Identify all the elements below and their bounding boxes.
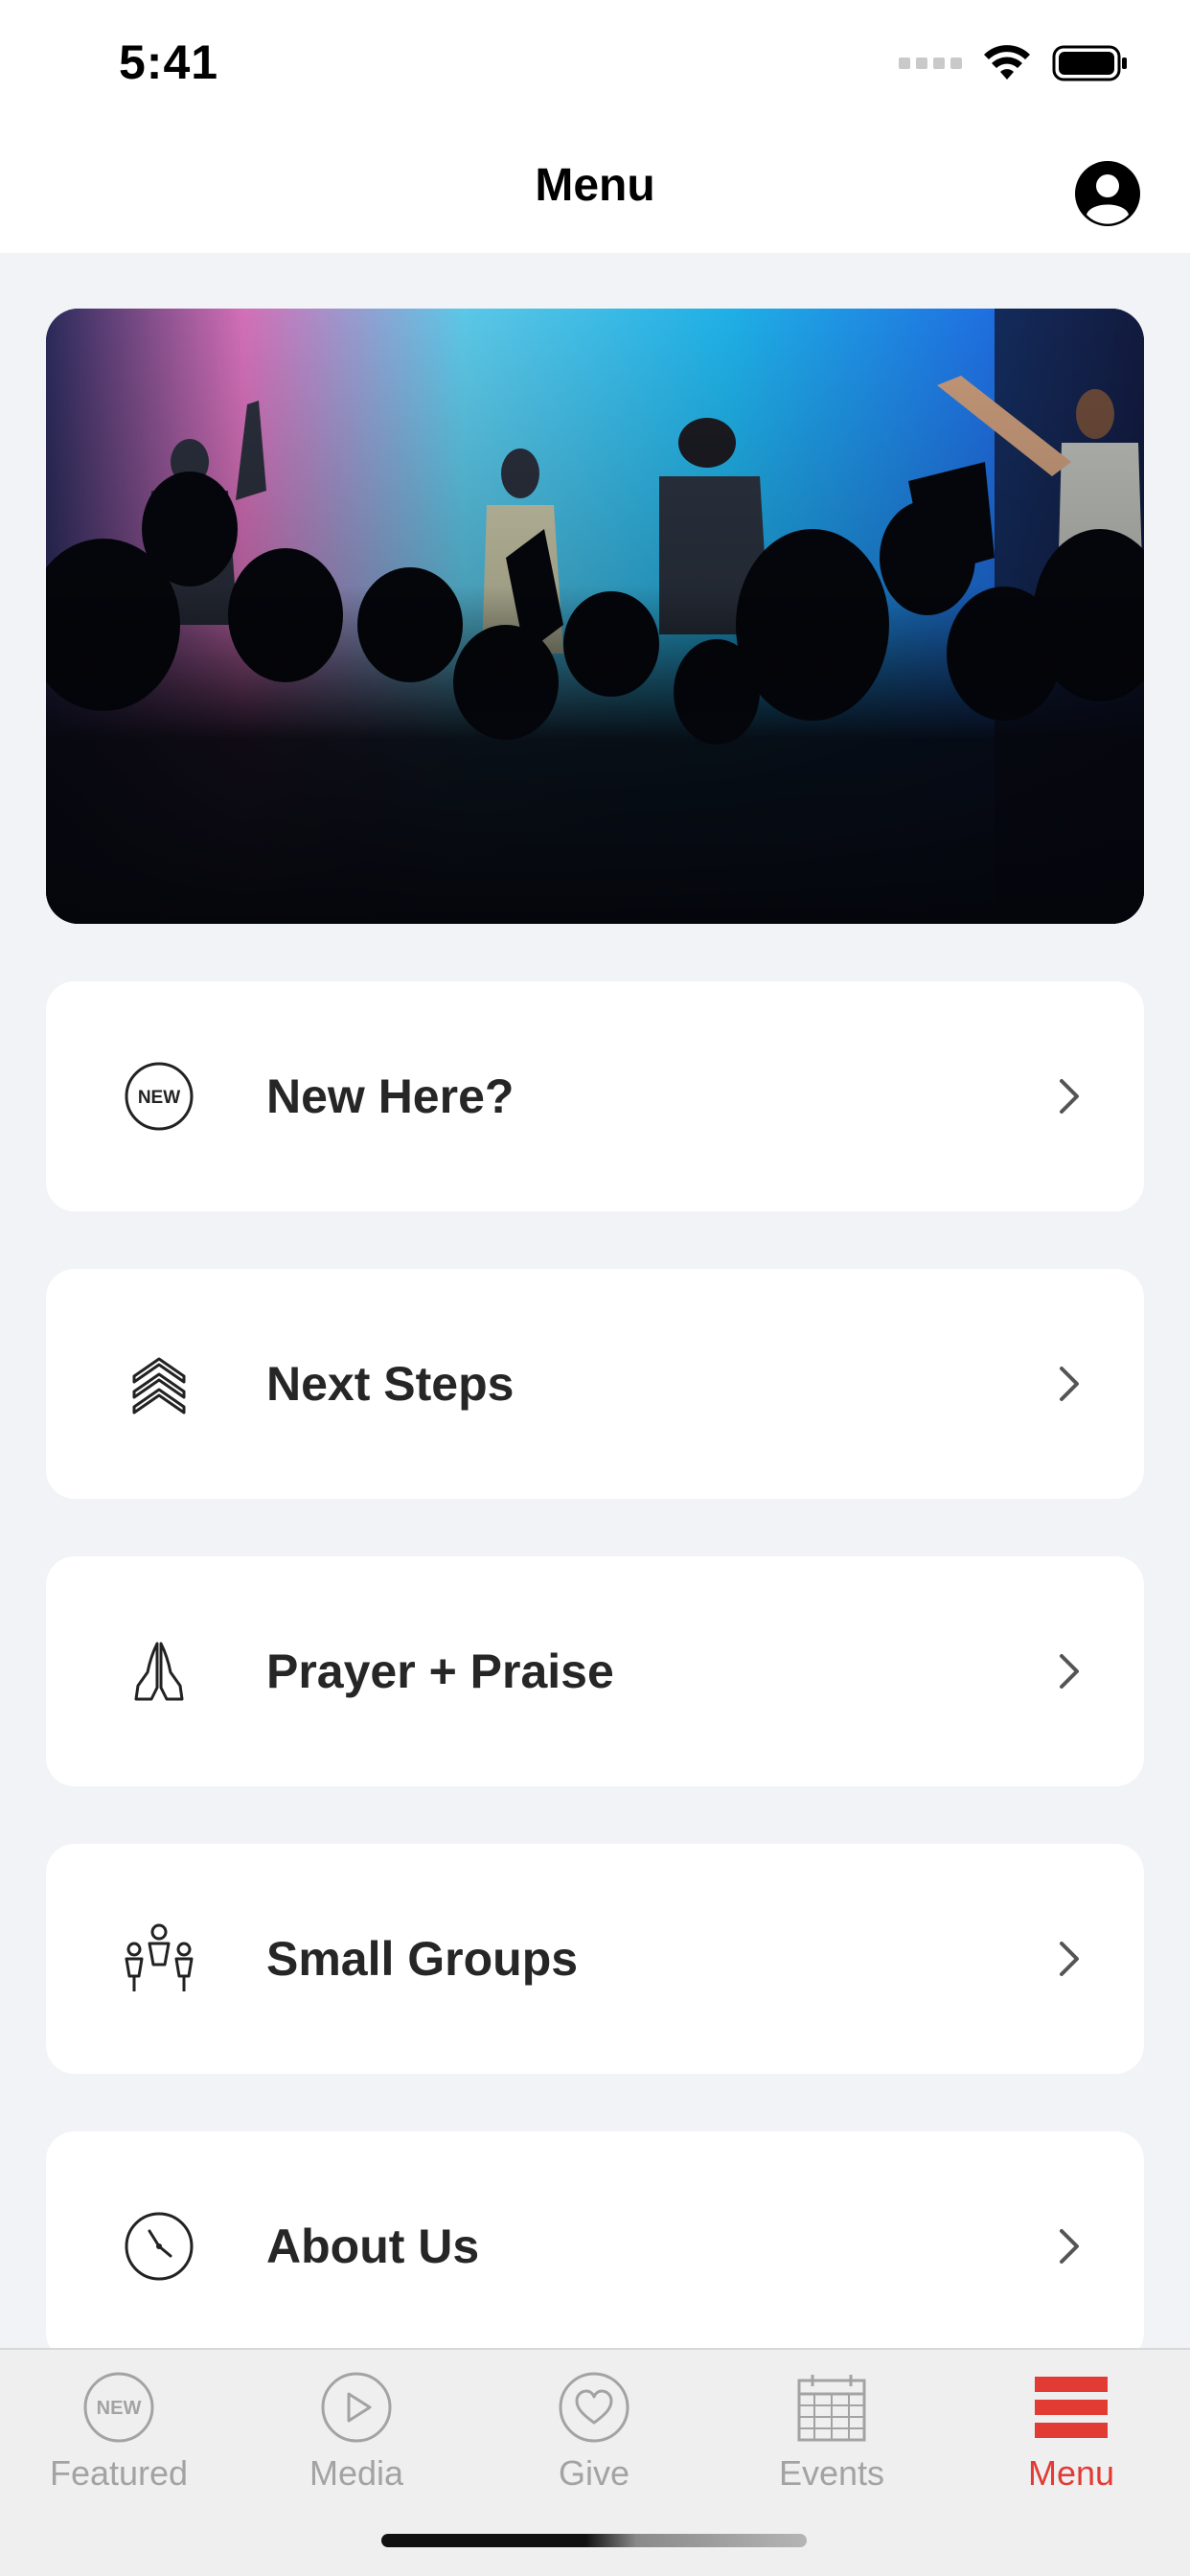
menu-item-label: About Us bbox=[266, 2220, 480, 2273]
tab-label: Menu bbox=[1027, 2453, 1115, 2493]
hero-image bbox=[46, 309, 1144, 924]
praying-hands-icon bbox=[121, 1637, 197, 1706]
chevron-right-icon bbox=[1060, 1942, 1079, 1976]
menu-item-label: New Here? bbox=[266, 1070, 515, 1123]
status-indicators bbox=[899, 42, 1129, 84]
hamburger-menu-icon bbox=[1035, 2377, 1108, 2438]
menu-item-label: Next Steps bbox=[266, 1357, 515, 1411]
menu-item-about-us[interactable]: About Us bbox=[46, 2131, 1144, 2361]
chevron-right-icon bbox=[1060, 1079, 1079, 1114]
menu-item-next-steps[interactable]: Next Steps bbox=[46, 1269, 1144, 1499]
small-groups-icon bbox=[121, 1923, 197, 1993]
tab-menu[interactable]: Menu bbox=[952, 2361, 1190, 2515]
tab-featured[interactable]: NEW Featured bbox=[0, 2361, 238, 2515]
cellular-signal-icon bbox=[899, 58, 962, 69]
new-badge-icon: NEW bbox=[121, 1062, 197, 1131]
tab-label: Events bbox=[778, 2453, 885, 2493]
new-badge-text: NEW bbox=[138, 1088, 180, 1108]
home-indicator[interactable] bbox=[381, 2534, 807, 2547]
top-bar: 5:41 Menu bbox=[0, 0, 1190, 253]
tab-give[interactable]: Give bbox=[475, 2361, 713, 2515]
menu-item-prayer-praise[interactable]: Prayer + Praise bbox=[46, 1556, 1144, 1786]
tab-media[interactable]: Media bbox=[238, 2361, 475, 2515]
menu-item-label: Prayer + Praise bbox=[266, 1644, 614, 1698]
clock-icon bbox=[121, 2212, 197, 2281]
chevron-right-icon bbox=[1060, 2229, 1079, 2264]
tab-label: Give bbox=[558, 2453, 630, 2493]
battery-icon bbox=[1052, 45, 1127, 81]
new-badge-icon: NEW bbox=[83, 2372, 154, 2443]
profile-icon[interactable] bbox=[1073, 159, 1142, 228]
tab-label: Featured bbox=[49, 2453, 189, 2493]
chevrons-up-icon bbox=[121, 1349, 197, 1418]
menu-list: NEW New Here? Next Steps Prayer + Praise… bbox=[46, 981, 1144, 2419]
menu-item-small-groups[interactable]: Small Groups bbox=[46, 1844, 1144, 2074]
tab-featured-badge-text: NEW bbox=[97, 2398, 142, 2419]
tab-label: Media bbox=[309, 2453, 404, 2493]
chevron-right-icon bbox=[1060, 1654, 1079, 1689]
wifi-icon bbox=[984, 45, 1030, 80]
status-time: 5:41 bbox=[119, 35, 219, 89]
heart-icon bbox=[559, 2372, 629, 2443]
calendar-icon bbox=[797, 2375, 866, 2442]
menu-item-label: Small Groups bbox=[266, 1932, 579, 1986]
tab-events[interactable]: Events bbox=[713, 2361, 950, 2515]
menu-screen: 5:41 Menu NEW New Here? Next Steps Praye… bbox=[0, 0, 1190, 2576]
page-title: Menu bbox=[535, 160, 655, 211]
play-icon bbox=[321, 2372, 392, 2443]
chevron-right-icon bbox=[1060, 1367, 1079, 1401]
menu-item-new-here[interactable]: NEW New Here? bbox=[46, 981, 1144, 1211]
